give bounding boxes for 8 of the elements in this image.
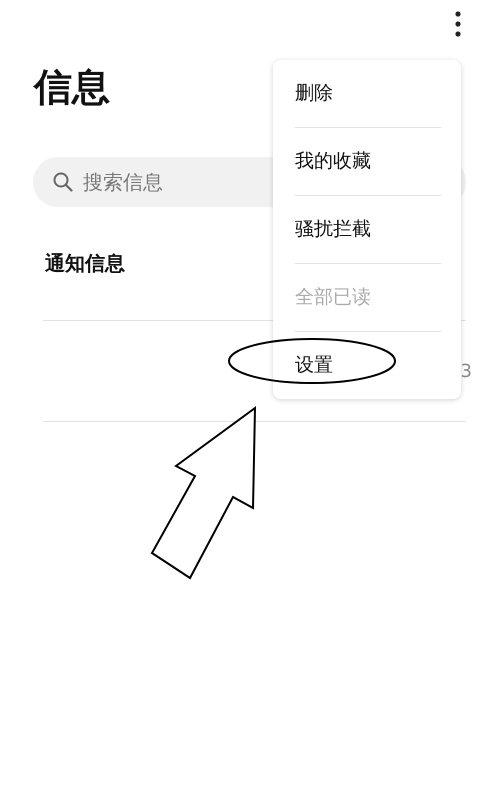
menu-item[interactable]: 设置 [295, 332, 441, 399]
page-title: 信息 [34, 64, 110, 111]
menu-item[interactable]: 删除 [295, 60, 441, 128]
menu-item[interactable]: 我的收藏 [295, 128, 441, 196]
menu-item[interactable]: 骚扰拦截 [295, 196, 441, 264]
list-item-fragment: 3 [460, 360, 472, 382]
list-item[interactable]: 通知信息 [45, 250, 125, 277]
more-icon[interactable] [454, 11, 462, 37]
